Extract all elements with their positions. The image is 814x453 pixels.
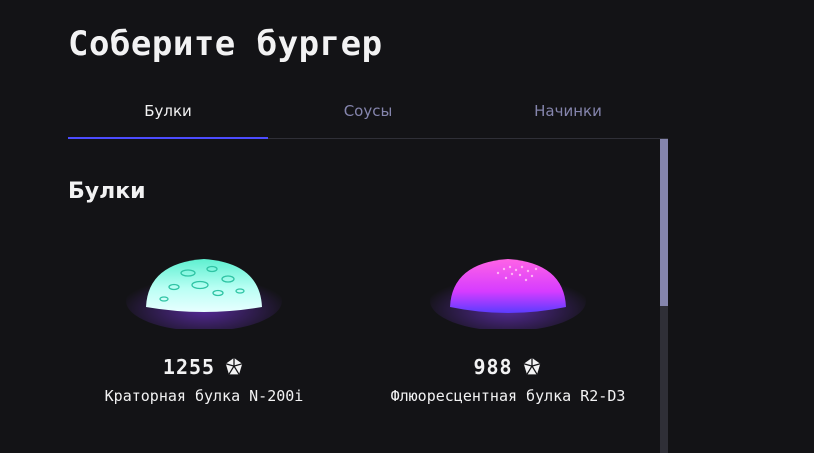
tab-sauces[interactable]: Соусы bbox=[268, 84, 468, 138]
currency-icon bbox=[523, 357, 540, 375]
price: 988 bbox=[473, 355, 513, 379]
scrollbar[interactable] bbox=[660, 139, 668, 453]
ingredient-card[interactable]: 988 Флюоресцентная булка R2-D3 bbox=[372, 249, 644, 409]
price: 1255 bbox=[162, 355, 216, 379]
price-row: 988 bbox=[372, 355, 644, 379]
section-title-buns: Булки bbox=[68, 179, 146, 204]
currency-icon bbox=[225, 357, 243, 375]
page-title: Соберите бургер bbox=[68, 24, 383, 64]
ingredient-name: Краторная булка N-200i bbox=[104, 387, 304, 405]
tab-fillings[interactable]: Начинки bbox=[468, 84, 668, 138]
fluorescent-bun-image bbox=[430, 259, 586, 329]
ingredient-card[interactable]: 1255 Краторная булка N-200i bbox=[68, 249, 340, 409]
scrollbar-thumb[interactable] bbox=[660, 139, 668, 306]
ingredient-name: Флюоресцентная булка R2-D3 bbox=[390, 387, 626, 405]
price-row: 1255 bbox=[68, 355, 340, 379]
crater-bun-image bbox=[126, 259, 282, 329]
tab-buns[interactable]: Булки bbox=[68, 84, 268, 139]
ingredients-list: Булки 1255 Краторная булка N-200i 988 Фл… bbox=[68, 139, 668, 453]
ingredient-tabs: Булки Соусы Начинки bbox=[68, 84, 668, 139]
